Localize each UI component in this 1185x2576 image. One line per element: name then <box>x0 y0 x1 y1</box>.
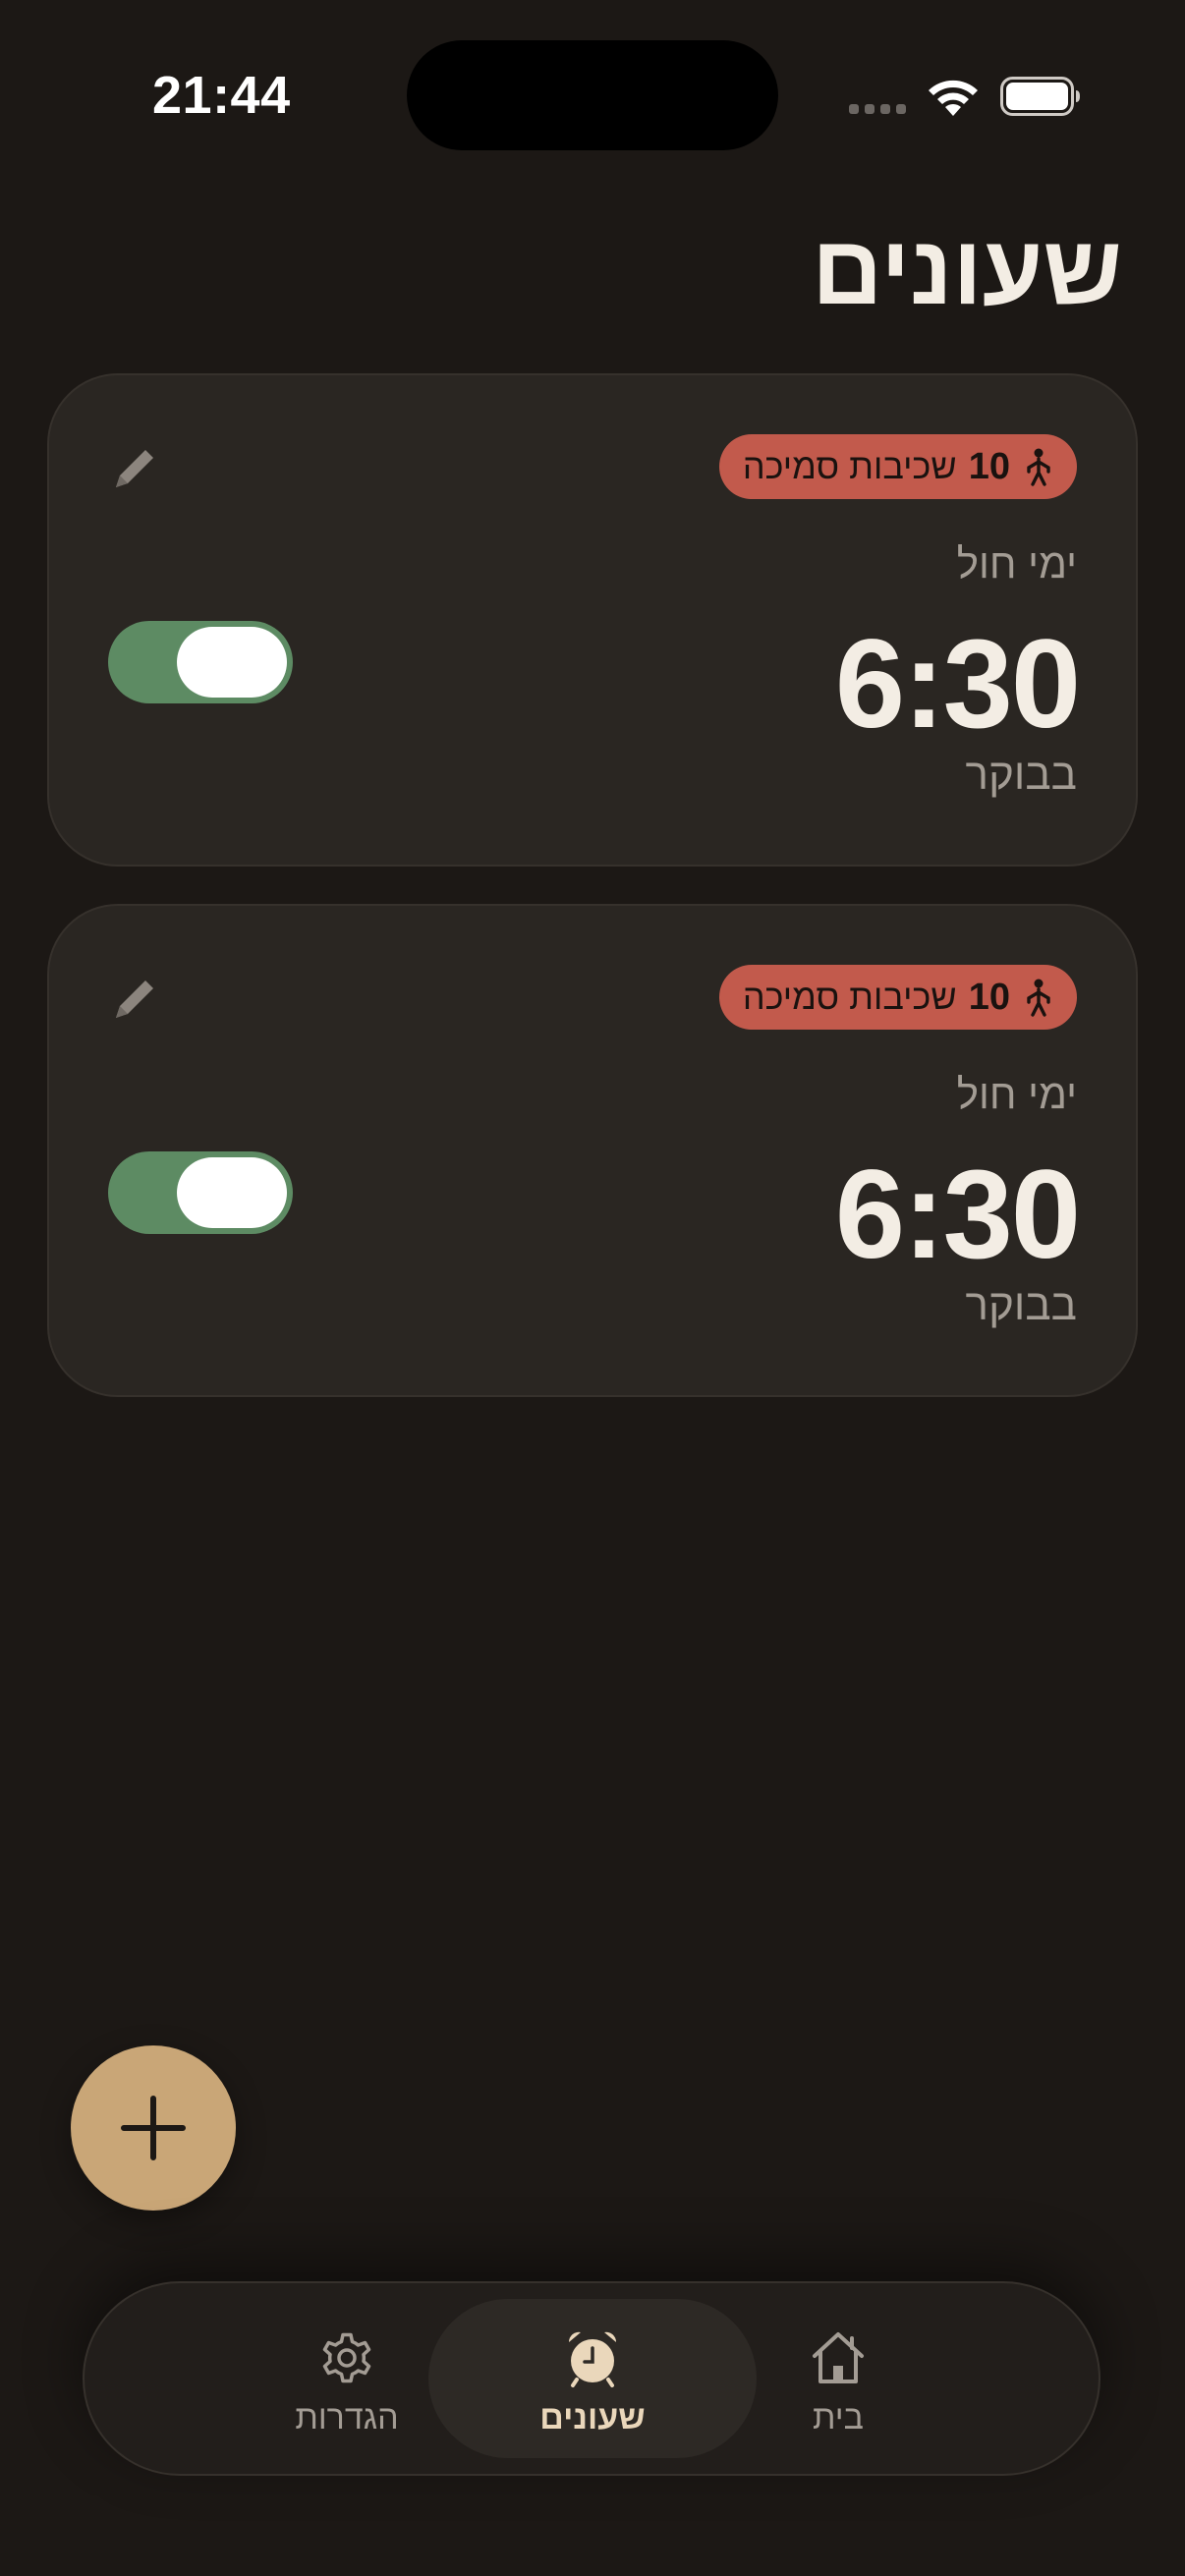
alarm-toggle[interactable] <box>108 1151 293 1234</box>
tab-home[interactable]: בית <box>674 2299 1002 2458</box>
person-exercise-icon <box>1027 979 1050 1017</box>
add-alarm-button[interactable] <box>71 2045 236 2211</box>
alarm-time: 6:30 <box>834 1145 1081 1285</box>
alarm-period: בבוקר <box>965 1281 1077 1329</box>
alarm-card[interactable]: 10 שכיבות סמיכה ימי חול 6:30 בבוקר <box>47 373 1138 867</box>
house-icon <box>813 2332 864 2383</box>
person-exercise-icon <box>1027 448 1050 486</box>
alarm-toggle[interactable] <box>108 621 293 703</box>
cellular-signal-icon <box>849 104 906 114</box>
wifi-icon <box>929 80 978 116</box>
alarm-days: ימי חול <box>956 540 1077 587</box>
page-title: שעונים <box>812 215 1122 325</box>
pencil-icon[interactable] <box>106 971 163 1028</box>
alarm-period: בבוקר <box>965 751 1077 799</box>
tab-home-label: בית <box>813 2399 864 2436</box>
tab-bar: הגדרות שעונים בית <box>83 2281 1100 2476</box>
badge-label: שכיבות סמיכה <box>742 977 957 1017</box>
badge-count: 10 <box>968 445 1010 487</box>
battery-icon <box>1000 77 1080 116</box>
alarm-card[interactable]: 10 שכיבות סמיכה ימי חול 6:30 בבוקר <box>47 904 1138 1397</box>
pencil-icon[interactable] <box>106 440 163 497</box>
alarm-clock-icon <box>568 2331 617 2387</box>
alarm-time: 6:30 <box>834 614 1081 755</box>
status-time: 21:44 <box>152 66 291 125</box>
exercise-badge: 10 שכיבות סמיכה <box>718 965 1077 1030</box>
badge-label: שכיבות סמיכה <box>742 446 957 486</box>
badge-count: 10 <box>968 976 1010 1018</box>
exercise-badge: 10 שכיבות סמיכה <box>718 434 1077 499</box>
plus-icon <box>121 2096 186 2160</box>
toggle-knob <box>177 1157 287 1228</box>
dynamic-island <box>407 40 778 150</box>
gear-icon <box>322 2332 371 2383</box>
status-bar: 21:44 <box>0 0 1185 187</box>
toggle-knob <box>177 627 287 698</box>
alarm-days: ימי חול <box>956 1071 1077 1117</box>
